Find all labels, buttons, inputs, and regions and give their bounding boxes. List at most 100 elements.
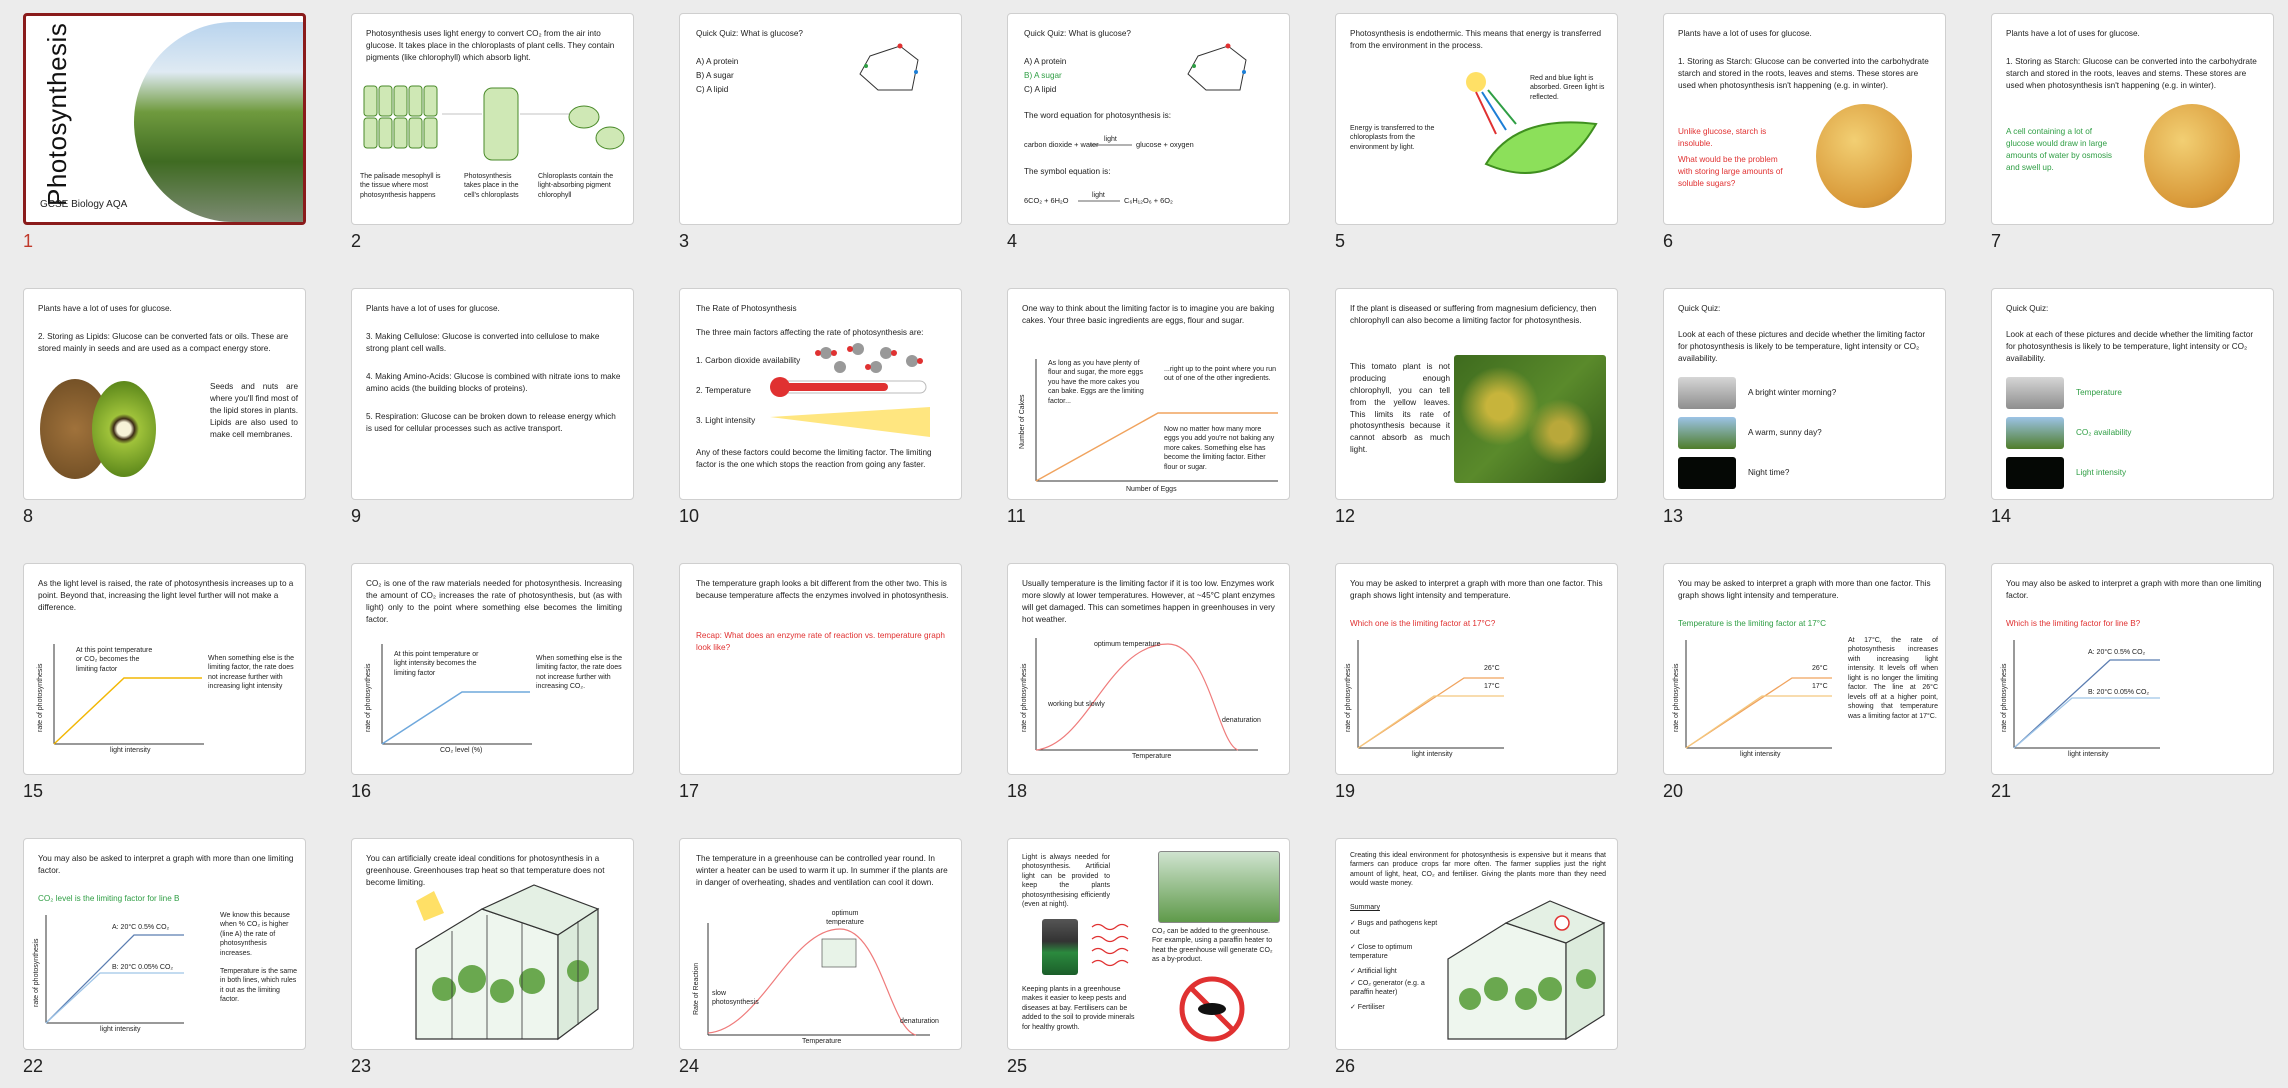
line-a-label: A: 20°C 0.5% CO₂ (2088, 649, 2146, 656)
x-axis-label: CO₂ level (%) (440, 747, 483, 754)
answer-1: Temperature (2076, 388, 2122, 397)
slide-number: 25 (1007, 1056, 1028, 1076)
annotation-run-out: ...right up to the point where you run o… (1164, 366, 1277, 383)
y-axis-label: rate of photosynthesis (365, 663, 372, 733)
slide-number: 23 (351, 1056, 372, 1076)
point-amino-acids: 4. Making Amino-Acids: Glucose is combin… (366, 372, 621, 393)
slide-23[interactable]: You can artificially create ideal condit… (351, 838, 634, 1050)
slide-number: 3 (679, 231, 690, 251)
slide-8[interactable]: Plants have a lot of uses for glucose. 2… (23, 288, 306, 500)
caption-energy: Energy is transferred to the chloroplast… (1350, 125, 1435, 151)
slide-number: 5 (1335, 231, 1346, 251)
glucose-structure (859, 43, 919, 91)
caption-co2: CO₂ can be added to the greenhouse. For … (1152, 928, 1273, 964)
word-equation-heading: The word equation for photosynthesis is: (1024, 111, 1172, 120)
slide-number: 8 (23, 506, 34, 526)
slide-subtitle: GCSE Biology AQA (40, 199, 128, 210)
slide-16[interactable]: CO₂ is one of the raw materials needed f… (351, 563, 634, 775)
caption-chlorophyll: Chloroplasts contain the light-absorbing… (538, 173, 614, 199)
slide-heading: Plants have a lot of uses for glucose. (38, 304, 172, 313)
annotation-limit: At this point temperature or CO₂ becomes… (76, 647, 153, 673)
slide-number: 15 (23, 781, 44, 801)
annotation-denaturation: denaturation (900, 1018, 939, 1025)
cover-image (134, 22, 303, 222)
answer-3: Light intensity (2076, 468, 2127, 477)
slide-18[interactable]: Usually temperature is the limiting fact… (1007, 563, 1290, 775)
slide-13[interactable]: Quick Quiz: Look at each of these pictur… (1663, 288, 1946, 500)
x-axis-label: light intensity (110, 747, 151, 754)
slide-number: 12 (1335, 506, 1356, 526)
slide-12[interactable]: If the plant is diseased or suffering fr… (1335, 288, 1618, 500)
two-factor-graph (1357, 640, 1504, 749)
slide-number: 1 (23, 231, 34, 251)
point-respiration: 5. Respiration: Glucose can be broken do… (366, 412, 616, 433)
explanation: At 17°C, the rate of photosynthesis incr… (1848, 637, 1938, 720)
y-axis-label: rate of photosynthesis (33, 938, 40, 1008)
slide-number: 21 (1991, 781, 2012, 801)
slide-6[interactable]: Plants have a lot of uses for glucose. 1… (1663, 13, 1946, 225)
greenhouse-illustration (415, 884, 600, 1041)
equation-reactants: carbon dioxide + water (1024, 140, 1099, 149)
caption-chloroplast: Photosynthesis takes place in the cell's… (464, 173, 519, 199)
slide-body: If the plant is diseased or suffering fr… (1350, 304, 1597, 325)
night-image (1678, 457, 1736, 489)
slide-number: 22 (23, 1056, 44, 1076)
y-axis-label: rate of photosynthesis (1673, 663, 1680, 733)
potato-image (2144, 104, 2240, 208)
slide-2[interactable]: Photosynthesis uses light energy to conv… (351, 13, 634, 225)
explanation-co2: We know this because when % CO₂ is highe… (220, 912, 290, 957)
slide-1[interactable]: Photosynthesis GCSE Biology AQA (23, 13, 306, 225)
slide-7[interactable]: Plants have a lot of uses for glucose. 1… (1991, 13, 2274, 225)
slide-21[interactable]: You may also be asked to interpret a gra… (1991, 563, 2274, 775)
slide-15[interactable]: As the light level is raised, the rate o… (23, 563, 306, 775)
slide-22[interactable]: You may also be asked to interpret a gra… (23, 838, 306, 1050)
temperature-graph (1035, 638, 1258, 751)
slide-point: 2. Storing as Lipids: Glucose can be con… (38, 332, 289, 353)
y-axis-label: Number of Cakes (1019, 394, 1026, 449)
arrow-label: light (1092, 192, 1105, 199)
slide-sorter-grid: Photosynthesis GCSE Biology AQA 1 Photos… (0, 0, 2288, 1088)
annotation-plateau: When something else is the limiting fact… (208, 655, 294, 691)
slide-19[interactable]: You may be asked to interpret a graph wi… (1335, 563, 1618, 775)
slide-9[interactable]: Plants have a lot of uses for glucose. 3… (351, 288, 634, 500)
symbol-products: C₆H₁₂O₆ + 6O₂ (1124, 196, 1173, 205)
slide-number: 7 (1991, 231, 2002, 251)
recap-question: Recap: What does an enzyme rate of react… (696, 631, 945, 652)
slide-25[interactable]: Light is always needed for photosynthesi… (1007, 838, 1290, 1050)
question-sugars: What would be the problem with storing l… (1678, 155, 1783, 188)
slide-20[interactable]: You may be asked to interpret a graph wi… (1663, 563, 1946, 775)
answer-osmosis: A cell containing a lot of glucose would… (2006, 127, 2113, 172)
tomato-plant-image (1454, 355, 1606, 483)
annotation-optimum: optimum temperature (1094, 641, 1161, 648)
slide-instructions: Look at each of these pictures and decid… (2006, 330, 2254, 363)
slide-number: 16 (351, 781, 372, 801)
caption-tomato: This tomato plant is not producing enoug… (1350, 362, 1450, 455)
slide-24[interactable]: The temperature in a greenhouse can be c… (679, 838, 962, 1050)
slide-17[interactable]: The temperature graph looks a bit differ… (679, 563, 962, 775)
arrow-label: light (1104, 136, 1117, 143)
x-axis-label: light intensity (1412, 751, 1453, 758)
x-axis-label: Temperature (802, 1038, 842, 1045)
slide-14[interactable]: Quick Quiz: Look at each of these pictur… (1991, 288, 2274, 500)
winter-image (1678, 377, 1736, 409)
slide-5[interactable]: Photosynthesis is endothermic. This mean… (1335, 13, 1618, 225)
note-starch: Unlike glucose, starch is insoluble. (1678, 127, 1767, 148)
slide-number: 26 (1335, 1056, 1356, 1076)
limiting-factor-definition: Any of these factors could become the li… (696, 448, 932, 469)
annotation-optimum: optimum temperature (826, 910, 864, 927)
slide-4[interactable]: Quick Quiz: What is glucose? A) A protei… (1007, 13, 1290, 225)
slide-point: 1. Storing as Starch: Glucose can be con… (2006, 57, 2257, 90)
slide-point: 1. Storing as Starch: Glucose can be con… (1678, 57, 1929, 90)
symbol-equation-heading: The symbol equation is: (1024, 167, 1111, 176)
slide-number: 4 (1007, 231, 1018, 251)
slide-26[interactable]: Creating this ideal environment for phot… (1335, 838, 1618, 1050)
slide-3[interactable]: Quick Quiz: What is glucose? A) A protei… (679, 13, 962, 225)
slide-11[interactable]: One way to think about the limiting fact… (1007, 288, 1290, 500)
slide-10[interactable]: The Rate of Photosynthesis The three mai… (679, 288, 962, 500)
slide-number: 6 (1663, 231, 1674, 251)
annotation-slow: slow photosynthesis (712, 990, 759, 1007)
line-b-label: B: 20°C 0.05% CO₂ (112, 964, 174, 971)
leaf-light-diagram (1466, 72, 1598, 174)
kiwi-half-image (92, 381, 156, 477)
slide-instructions: Look at each of these pictures and decid… (1678, 330, 1926, 363)
